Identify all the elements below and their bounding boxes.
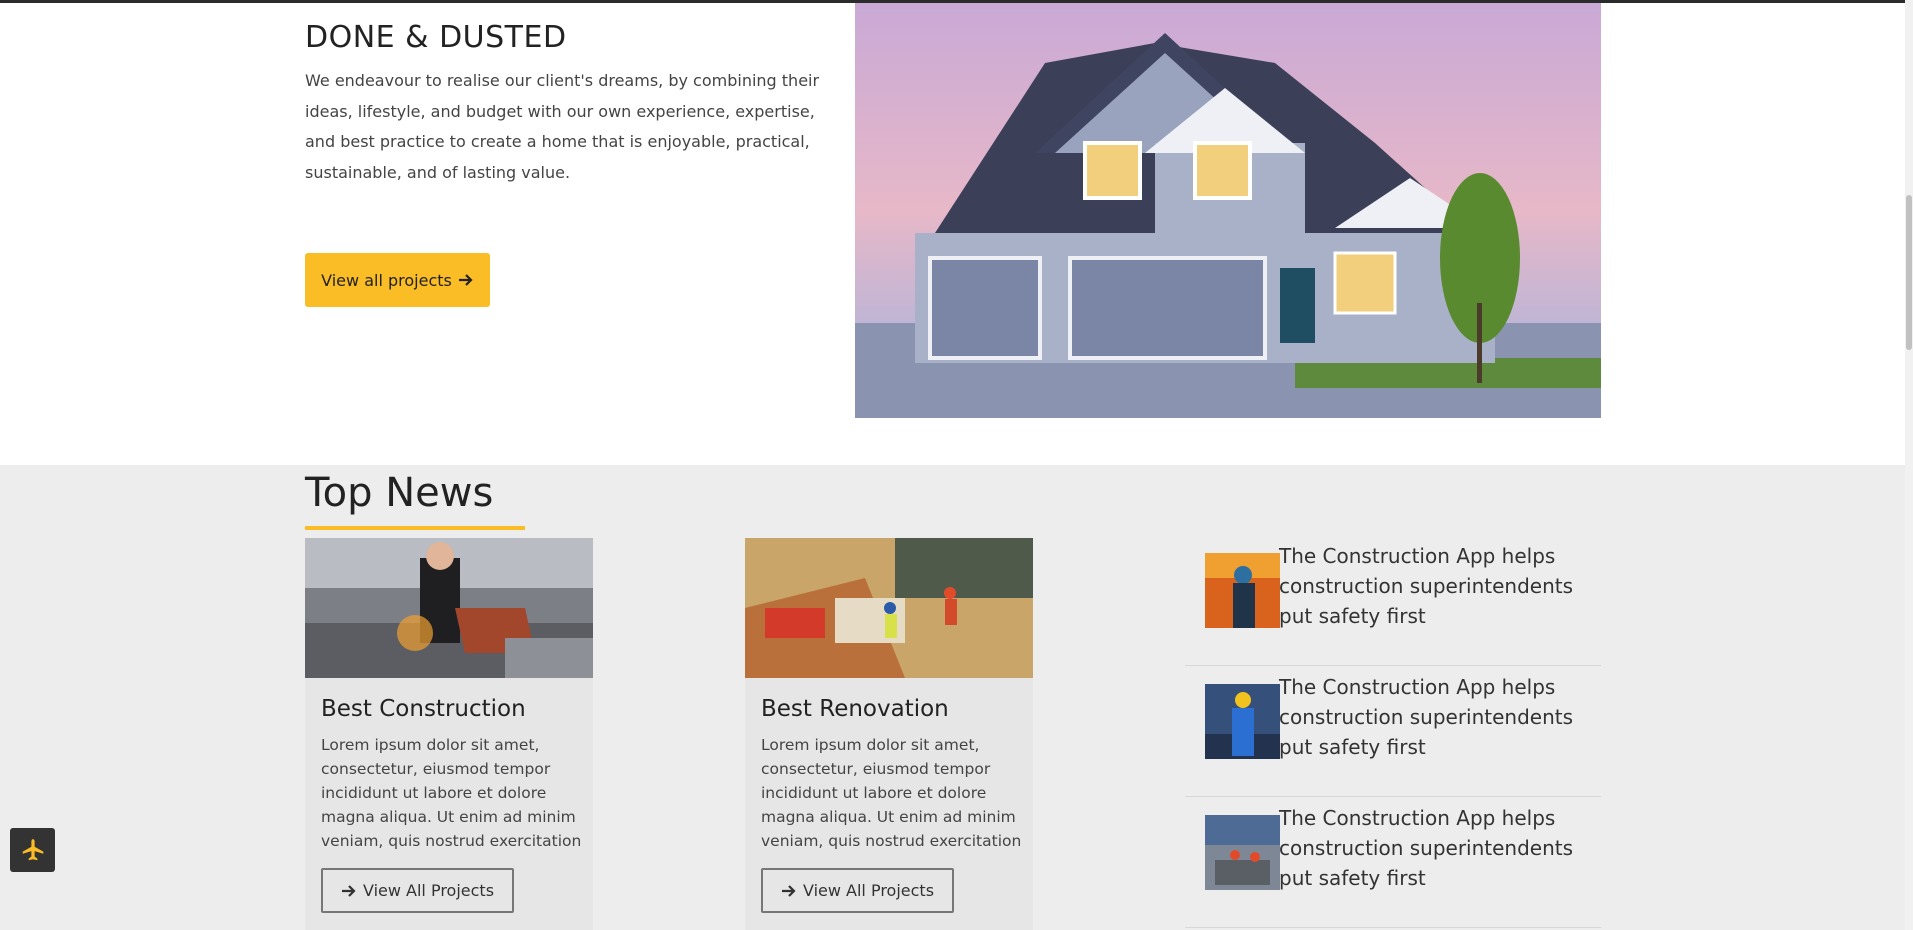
news-headline: The Construction App helps construction … <box>1279 544 1574 628</box>
news-card-best-construction: Best Construction Lorem ipsum dolor sit … <box>305 538 593 930</box>
arrow-right-icon <box>341 884 356 897</box>
house-photo <box>855 3 1601 418</box>
news-card-best-renovation: Best Renovation Lorem ipsum dolor sit am… <box>745 538 1033 930</box>
worker-photo <box>1205 815 1280 890</box>
card-text: Lorem ipsum dolor sit amet, consectetur,… <box>761 736 1022 850</box>
view-all-projects-button[interactable]: View All Projects <box>321 868 514 913</box>
card-text: Lorem ipsum dolor sit amet, consectetur,… <box>321 736 582 850</box>
card-title: Best Construction <box>321 696 526 722</box>
floating-action-button[interactable] <box>10 828 55 872</box>
top-news-section: Top News Best Construction Lorem ipsum d… <box>0 465 1905 930</box>
view-all-projects-button[interactable]: View All Projects <box>761 868 954 913</box>
worker-photo <box>1205 553 1280 628</box>
news-headline: The Construction App helps construction … <box>1279 806 1574 890</box>
list-item[interactable]: The Construction App helps construction … <box>1185 666 1601 797</box>
construction-site-photo <box>745 538 1033 678</box>
scrollbar-thumb[interactable] <box>1906 195 1912 350</box>
view-all-projects-label: View all projects <box>321 270 452 290</box>
hero-description: We endeavour to realise our client's dre… <box>305 71 820 182</box>
hero-title: DONE & DUSTED <box>305 20 567 55</box>
welder-photo <box>305 538 593 678</box>
arrow-right-icon <box>781 884 796 897</box>
card-title: Best Renovation <box>761 696 949 722</box>
view-all-projects-button[interactable]: View all projects <box>305 253 490 307</box>
plane-icon <box>22 839 43 861</box>
news-side-list: The Construction App helps construction … <box>1185 535 1601 928</box>
view-all-projects-label: View All Projects <box>362 881 495 900</box>
page-scrollbar[interactable] <box>1905 0 1913 930</box>
news-headline: The Construction App helps construction … <box>1279 675 1574 759</box>
worker-photo <box>1205 684 1280 759</box>
arrow-right-icon <box>458 274 473 286</box>
view-all-projects-label: View All Projects <box>802 881 935 900</box>
title-underline <box>305 526 525 530</box>
list-item[interactable]: The Construction App helps construction … <box>1185 535 1601 666</box>
top-news-title: Top News <box>305 470 494 516</box>
list-item[interactable]: The Construction App helps construction … <box>1185 797 1601 928</box>
